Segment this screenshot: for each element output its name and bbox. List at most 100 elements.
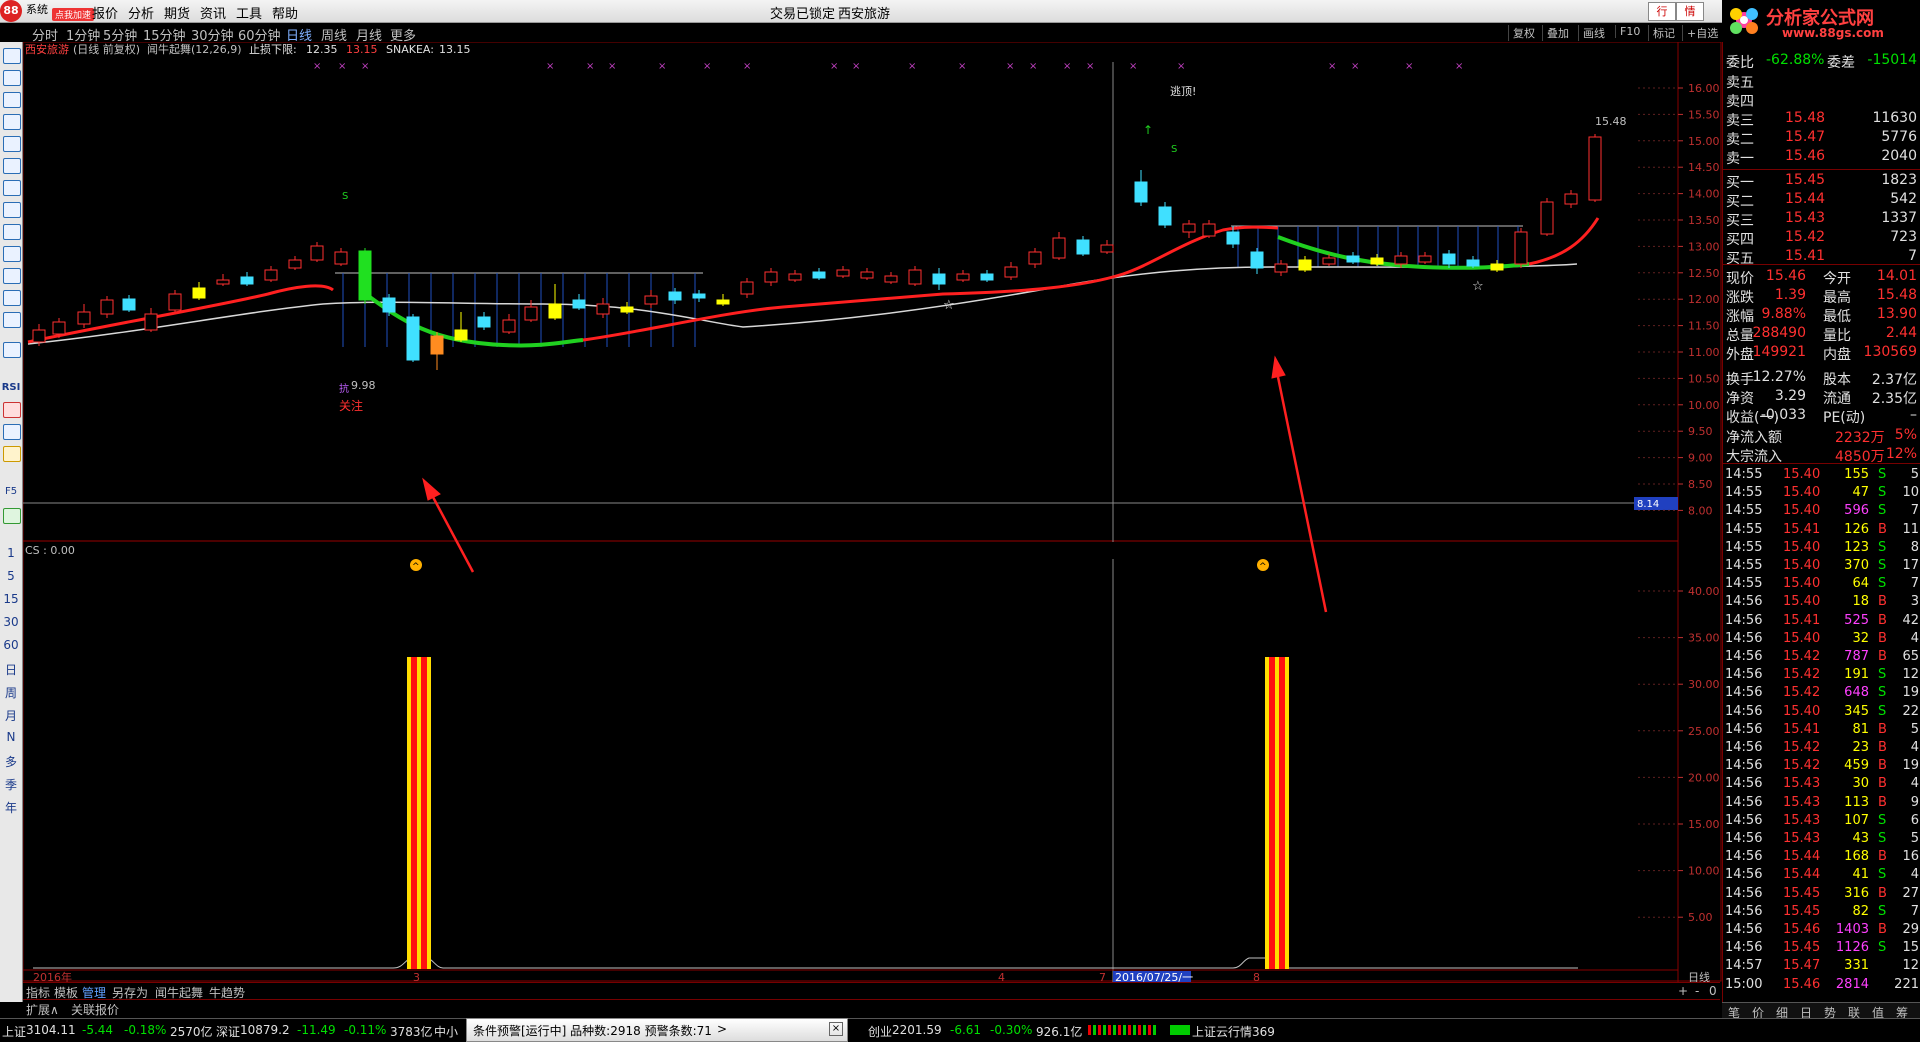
period-year-shortcut[interactable]: 年 xyxy=(0,799,22,816)
sell-row: 卖二 15.47 5776 xyxy=(1723,129,1920,148)
tick-row[interactable]: 14:56 15.41 81 B 5 xyxy=(1723,722,1920,740)
menu-quote[interactable]: 报价 xyxy=(92,3,118,22)
period-month-shortcut[interactable]: 月 xyxy=(0,707,22,724)
alert-more-icon[interactable]: > xyxy=(717,1022,727,1036)
tool-draw[interactable]: 画线 xyxy=(1578,25,1605,41)
tick-row[interactable]: 14:55 15.40 596 S 7 xyxy=(1723,503,1920,521)
news-icon[interactable] xyxy=(3,246,21,262)
tick-row[interactable]: 14:56 15.45 82 S 7 xyxy=(1723,904,1920,922)
menu-news[interactable]: 资讯 xyxy=(200,3,226,22)
tick-row[interactable]: 14:56 15.43 113 B 9 xyxy=(1723,795,1920,813)
tick-row[interactable]: 14:56 15.40 345 S 22 xyxy=(1723,704,1920,722)
tick-row[interactable]: 14:56 15.45 1126 S 15 xyxy=(1723,940,1920,958)
refresh-icon[interactable] xyxy=(3,508,21,524)
cloud-quote[interactable]: 上证云行情369 xyxy=(1192,1023,1275,1040)
kline-chart[interactable]: 西安旅游 (日线 前复权) 闻牛起舞(12,26,9) 止损下限: 12.35 … xyxy=(23,42,1722,982)
layout-icon[interactable] xyxy=(3,180,21,196)
tick-row[interactable]: 14:56 15.46 1403 B 29 xyxy=(1723,922,1920,940)
target-icon[interactable] xyxy=(3,312,21,328)
market-button[interactable]: 情 xyxy=(1676,2,1704,21)
arrow-icon[interactable] xyxy=(3,70,21,86)
tick-price: 15.42 xyxy=(1783,758,1821,774)
period-season-shortcut[interactable]: 季 xyxy=(0,776,22,793)
rsi-button[interactable]: RSI xyxy=(0,382,22,393)
tick-row[interactable]: 14:56 15.42 191 S 12 xyxy=(1723,667,1920,685)
menu-analysis[interactable]: 分析 xyxy=(128,3,154,22)
sell-row: 卖一 15.46 2040 xyxy=(1723,148,1920,167)
period-week-shortcut[interactable]: 周 xyxy=(0,684,22,701)
tick-row[interactable]: 14:56 15.42 459 B 19 xyxy=(1723,758,1920,776)
tick-row[interactable]: 14:55 15.40 64 S 7 xyxy=(1723,576,1920,594)
tick-price: 15.45 xyxy=(1783,885,1821,901)
chart-line-icon[interactable] xyxy=(3,136,21,152)
grid-icon[interactable] xyxy=(3,92,21,108)
tick-time: 14:56 xyxy=(1725,612,1763,628)
tool-add-watch[interactable]: +自选 xyxy=(1682,25,1718,41)
tick-count: 5 xyxy=(1910,467,1919,482)
tick-row[interactable]: 14:56 15.42 648 S 19 xyxy=(1723,685,1920,703)
sell-price: 15.46 xyxy=(1785,148,1826,164)
period-15-shortcut[interactable]: 15 xyxy=(0,592,22,606)
tool-mark[interactable]: 标记 xyxy=(1648,25,1675,41)
tick-row[interactable]: 14:55 15.40 155 S 5 xyxy=(1723,467,1920,485)
home-icon[interactable] xyxy=(3,48,21,64)
tick-row[interactable]: 14:56 15.43 30 B 4 xyxy=(1723,776,1920,794)
tick-row[interactable]: 14:56 15.43 43 S 5 xyxy=(1723,831,1920,849)
tick-row[interactable]: 14:56 15.43 107 S 6 xyxy=(1723,813,1920,831)
f10-icon[interactable] xyxy=(3,202,21,218)
tick-count: 7 xyxy=(1910,576,1919,592)
f5-button[interactable]: F5 xyxy=(0,486,22,497)
close-icon[interactable]: × xyxy=(829,1022,843,1036)
expand-button[interactable]: 扩展∧ xyxy=(26,1001,59,1018)
formula-icon[interactable] xyxy=(3,268,21,284)
period-5-shortcut[interactable]: 5 xyxy=(0,569,22,583)
alert-box[interactable]: 条件预警[运行中] 品种数:2918 预警条数:71 > × xyxy=(466,1018,848,1042)
list-icon[interactable] xyxy=(3,158,21,174)
period-1-shortcut[interactable]: 1 xyxy=(0,546,22,560)
app-logo[interactable]: 88 xyxy=(0,0,22,22)
menu-futures[interactable]: 期货 xyxy=(164,3,190,22)
pencil-icon[interactable] xyxy=(3,446,21,462)
tick-row[interactable]: 14:55 15.40 370 S 17 xyxy=(1723,558,1920,576)
tick-row[interactable]: 14:56 15.42 23 B 4 xyxy=(1723,740,1920,758)
tick-direction: S xyxy=(1878,831,1887,846)
tool-restore-rights[interactable]: 复权 xyxy=(1508,25,1535,41)
buy-price: 15.41 xyxy=(1785,248,1826,264)
period-day-shortcut[interactable]: 日 xyxy=(0,661,22,678)
panel-icon[interactable] xyxy=(3,224,21,240)
period-multi-shortcut[interactable]: 多 xyxy=(0,753,22,770)
tick-row[interactable]: 14:56 15.44 168 B 16 xyxy=(1723,849,1920,867)
period-30-shortcut[interactable]: 30 xyxy=(0,615,22,629)
screen-icon[interactable] xyxy=(3,290,21,306)
menu-tools[interactable]: 工具 xyxy=(236,3,262,22)
tick-row[interactable]: 15:00 15.46 2814 221 xyxy=(1723,977,1920,995)
tick-row[interactable]: 14:56 15.40 18 B 3 xyxy=(1723,594,1920,612)
tick-row[interactable]: 14:55 15.40 123 S 8 xyxy=(1723,540,1920,558)
money-icon[interactable] xyxy=(3,402,21,418)
tick-row[interactable]: 14:55 15.41 126 B 11 xyxy=(1723,522,1920,540)
wave-icon[interactable] xyxy=(3,342,21,358)
menu-help[interactable]: 帮助 xyxy=(272,3,298,22)
table-icon[interactable] xyxy=(3,114,21,130)
move-icon[interactable] xyxy=(3,424,21,440)
tick-row[interactable]: 14:56 15.44 41 S 4 xyxy=(1723,867,1920,885)
quote-button[interactable]: 行 xyxy=(1648,2,1676,21)
tool-f10[interactable]: F10 xyxy=(1615,25,1640,38)
zoom-reset-button[interactable]: 0 xyxy=(1709,984,1717,998)
zoom-out-button[interactable]: - xyxy=(1695,984,1699,998)
candle xyxy=(956,273,970,281)
tick-row[interactable]: 14:56 15.42 787 B 65 xyxy=(1723,649,1920,667)
menu-system[interactable]: 系统 xyxy=(26,1,48,17)
tick-row[interactable]: 14:55 15.40 47 S 10 xyxy=(1723,485,1920,503)
related-quote-button[interactable]: 关联报价 xyxy=(71,1001,119,1018)
period-n-shortcut[interactable]: N xyxy=(0,730,22,744)
tick-row[interactable]: 14:56 15.40 32 B 4 xyxy=(1723,631,1920,649)
candle xyxy=(1540,201,1554,235)
speedup-badge[interactable]: 点我加速 xyxy=(52,8,95,21)
zoom-in-button[interactable]: + xyxy=(1678,984,1688,998)
tick-row[interactable]: 14:57 15.47 331 12 xyxy=(1723,958,1920,976)
period-60-shortcut[interactable]: 60 xyxy=(0,638,22,652)
tool-overlay[interactable]: 叠加 xyxy=(1542,25,1569,41)
tick-row[interactable]: 14:56 15.41 525 B 42 xyxy=(1723,613,1920,631)
tick-row[interactable]: 14:56 15.45 316 B 27 xyxy=(1723,886,1920,904)
